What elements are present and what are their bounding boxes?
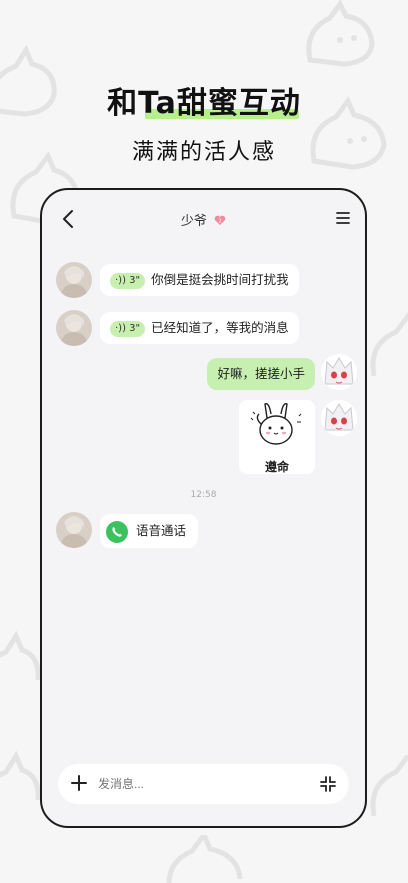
user-avatar[interactable]: [321, 400, 357, 436]
call-record-bubble[interactable]: 语音通话: [100, 514, 199, 548]
bg-mascot-icon: [306, 0, 375, 67]
message-bubble[interactable]: ·)) 3" 已经知道了，等我的消息: [100, 312, 299, 344]
sticker-message[interactable]: 遵命: [239, 400, 315, 474]
phone-frame: 少爷 2 ·)) 3" 你倒是挺会挑时间打扰我 ·)) 3" 已经知道了，等我的…: [40, 188, 367, 828]
bg-mascot-icon: [166, 835, 243, 883]
promo-title: 和Ta甜蜜互动: [107, 78, 301, 122]
message-bubble[interactable]: 好嘛，搓搓小手: [207, 358, 315, 390]
plus-icon[interactable]: [70, 774, 88, 792]
message-text: 已经知道了，等我的消息: [151, 320, 289, 335]
sticker-caption: 遵命: [264, 460, 289, 474]
bg-mascot-icon: [370, 754, 408, 817]
contact-avatar[interactable]: [56, 512, 92, 548]
chat-title: 少爷 2: [42, 210, 365, 229]
bg-mascot-icon: [0, 750, 40, 801]
voice-icon: ·)): [115, 275, 126, 286]
message-text: 好嘛，搓搓小手: [217, 366, 305, 381]
contact-avatar[interactable]: [56, 310, 92, 346]
voice-duration: 3": [129, 275, 141, 286]
chat-header: 少爷 2: [42, 190, 365, 246]
promo-subtitle: 满满的活人感: [131, 140, 276, 165]
call-label: 语音通话: [136, 523, 187, 538]
collapse-icon[interactable]: [319, 775, 337, 793]
contact-name: 少爷: [180, 214, 207, 229]
bg-mascot-icon: [0, 630, 40, 681]
menu-icon[interactable]: [335, 210, 351, 226]
promo-header: 和Ta甜蜜互动 满满的活人感: [0, 78, 408, 166]
contact-avatar[interactable]: [56, 262, 92, 298]
message-text: 你倒是挺会挑时间打扰我: [151, 272, 289, 287]
timestamp: 12:58: [190, 490, 217, 500]
voice-icon: ·)): [115, 323, 126, 334]
message-composer: [58, 764, 349, 804]
heart-icon: 2: [214, 215, 226, 225]
message-bubble[interactable]: ·)) 3" 你倒是挺会挑时间打扰我: [100, 264, 299, 296]
user-avatar[interactable]: [321, 354, 357, 390]
rabbit-sticker-icon: [250, 403, 302, 445]
heart-badge-count: 2: [218, 219, 221, 225]
voice-clip-badge[interactable]: ·)) 3": [110, 273, 146, 289]
phone-icon: [106, 520, 128, 543]
bg-mascot-icon: [370, 311, 408, 377]
voice-clip-badge[interactable]: ·)) 3": [110, 321, 146, 337]
message-input[interactable]: [98, 764, 309, 804]
voice-duration: 3": [129, 323, 141, 334]
